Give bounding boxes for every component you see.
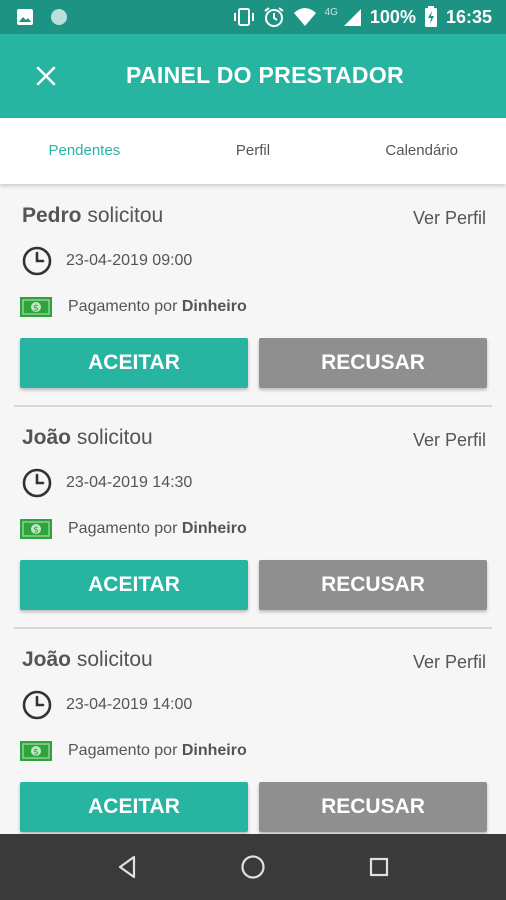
money-icon: $ <box>20 519 52 539</box>
request-title: Pedro solicitou <box>22 204 163 228</box>
payment-method: Dinheiro <box>181 520 247 537</box>
payment-text: Pagamento por Dinheiro <box>68 298 247 316</box>
accept-button[interactable]: ACEITAR <box>20 560 248 610</box>
reject-button[interactable]: RECUSAR <box>259 560 487 610</box>
request-card: Pedro solicitou Ver Perfil 23-04-2019 09… <box>14 184 492 406</box>
signal-icon <box>343 9 361 26</box>
system-nav-bar <box>0 834 506 900</box>
request-list[interactable]: Pedro solicitou Ver Perfil 23-04-2019 09… <box>0 184 506 834</box>
request-datetime: 23-04-2019 09:00 <box>66 252 193 269</box>
request-title: João solicitou <box>22 426 153 450</box>
request-datetime-row: 23-04-2019 14:30 <box>22 468 192 498</box>
clock-icon <box>22 246 52 276</box>
page-title: PAINEL DO PRESTADOR <box>126 62 404 88</box>
back-triangle-icon <box>118 855 136 879</box>
accept-button[interactable]: ACEITAR <box>20 782 248 832</box>
nav-back-button[interactable] <box>112 852 142 882</box>
circle-notification-icon <box>51 9 67 25</box>
nav-home-button[interactable] <box>238 852 268 882</box>
view-profile-link[interactable]: Ver Perfil <box>413 430 486 451</box>
request-action: solicitou <box>71 426 153 449</box>
payment-row: $ Pagamento por Dinheiro <box>20 296 247 318</box>
payment-prefix: Pagamento por <box>68 742 182 759</box>
tab-bar: Pendentes Perfil Calendário <box>0 118 506 184</box>
tab-calendario[interactable]: Calendário <box>337 118 506 184</box>
payment-method: Dinheiro <box>181 742 247 759</box>
request-title: João solicitou <box>22 648 153 672</box>
tab-pendentes[interactable]: Pendentes <box>0 118 169 184</box>
alarm-icon <box>263 7 284 27</box>
home-circle-icon <box>241 855 265 879</box>
payment-text: Pagamento por Dinheiro <box>68 742 247 760</box>
request-datetime: 23-04-2019 14:00 <box>66 696 193 713</box>
requester-name: João <box>22 648 72 671</box>
svg-text:$: $ <box>33 748 39 758</box>
request-datetime-row: 23-04-2019 09:00 <box>22 246 192 276</box>
payment-text: Pagamento por Dinheiro <box>68 520 247 538</box>
view-profile-link[interactable]: Ver Perfil <box>413 652 486 673</box>
reject-button[interactable]: RECUSAR <box>259 782 487 832</box>
payment-prefix: Pagamento por <box>68 520 182 537</box>
request-card: João solicitou Ver Perfil 23-04-2019 14:… <box>14 406 492 628</box>
payment-row: $ Pagamento por Dinheiro <box>20 740 247 762</box>
payment-prefix: Pagamento por <box>68 298 182 315</box>
accept-button[interactable]: ACEITAR <box>20 338 248 388</box>
clock-icon <box>22 468 52 498</box>
image-notification-icon <box>17 9 33 25</box>
clock-icon <box>22 690 52 720</box>
view-profile-link[interactable]: Ver Perfil <box>413 208 486 229</box>
svg-text:$: $ <box>33 304 39 314</box>
payment-method: Dinheiro <box>181 298 247 315</box>
app-bar: PAINEL DO PRESTADOR <box>0 34 506 118</box>
svg-text:$: $ <box>33 526 39 536</box>
reject-button[interactable]: RECUSAR <box>259 338 487 388</box>
status-bar: 4G 100% 16:35 <box>0 0 506 34</box>
request-action: solicitou <box>81 204 164 227</box>
nav-recents-button[interactable] <box>364 852 394 882</box>
payment-row: $ Pagamento por Dinheiro <box>20 518 247 540</box>
recents-square-icon <box>369 857 389 877</box>
money-icon: $ <box>20 297 52 317</box>
battery-charging-icon <box>424 6 437 27</box>
money-icon: $ <box>20 741 52 761</box>
clock-time: 16:35 <box>445 7 492 27</box>
network-type: 4G <box>324 7 338 18</box>
wifi-icon <box>293 8 316 26</box>
tab-perfil[interactable]: Perfil <box>169 118 338 184</box>
vibrate-icon <box>233 8 254 26</box>
requester-name: Pedro <box>22 204 82 227</box>
request-datetime: 23-04-2019 14:30 <box>66 474 193 491</box>
request-datetime-row: 23-04-2019 14:00 <box>22 690 192 720</box>
request-action: solicitou <box>71 648 153 671</box>
request-card: João solicitou Ver Perfil 23-04-2019 14:… <box>14 628 492 834</box>
battery-percent: 100% <box>369 7 416 27</box>
requester-name: João <box>22 426 72 449</box>
